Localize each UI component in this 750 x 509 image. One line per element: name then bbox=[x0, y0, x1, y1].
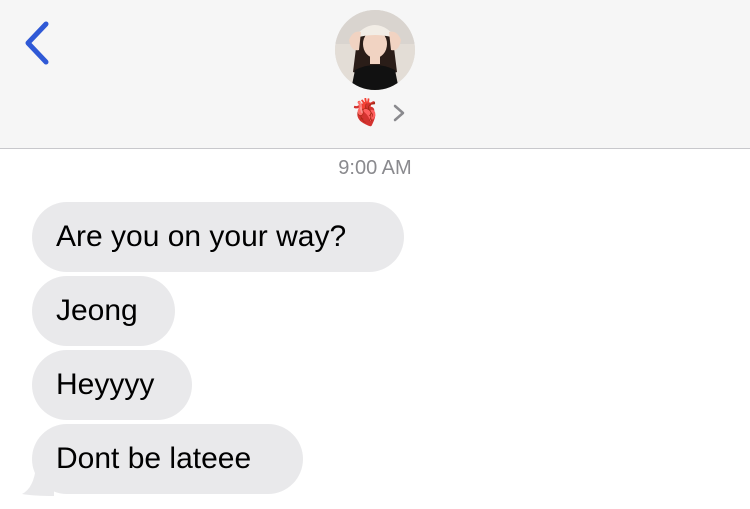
chevron-right-icon bbox=[394, 104, 405, 122]
incoming-message-bubble[interactable]: Jeong bbox=[32, 276, 175, 346]
message-text: Jeong bbox=[56, 294, 138, 327]
chevron-left-icon bbox=[25, 21, 49, 65]
contact-avatar[interactable] bbox=[335, 10, 415, 90]
message-timestamp: 9:00 AM bbox=[338, 157, 412, 179]
message-text: Dont be lateee bbox=[56, 442, 252, 475]
incoming-message-bubble[interactable]: Dont be lateee bbox=[32, 424, 303, 494]
back-button[interactable] bbox=[18, 18, 58, 68]
conversation-header: 🫀 bbox=[0, 0, 750, 149]
anatomical-heart-emoji: 🫀 bbox=[350, 98, 383, 128]
incoming-message-bubble[interactable]: Are you on your way? bbox=[32, 202, 404, 272]
contact-details-button[interactable]: 🫀 bbox=[350, 97, 406, 129]
avatar-photo bbox=[335, 10, 415, 90]
incoming-message-bubble[interactable]: Heyyyy bbox=[32, 350, 192, 420]
message-text: Heyyyy bbox=[56, 368, 155, 401]
message-text: Are you on your way? bbox=[56, 220, 347, 253]
